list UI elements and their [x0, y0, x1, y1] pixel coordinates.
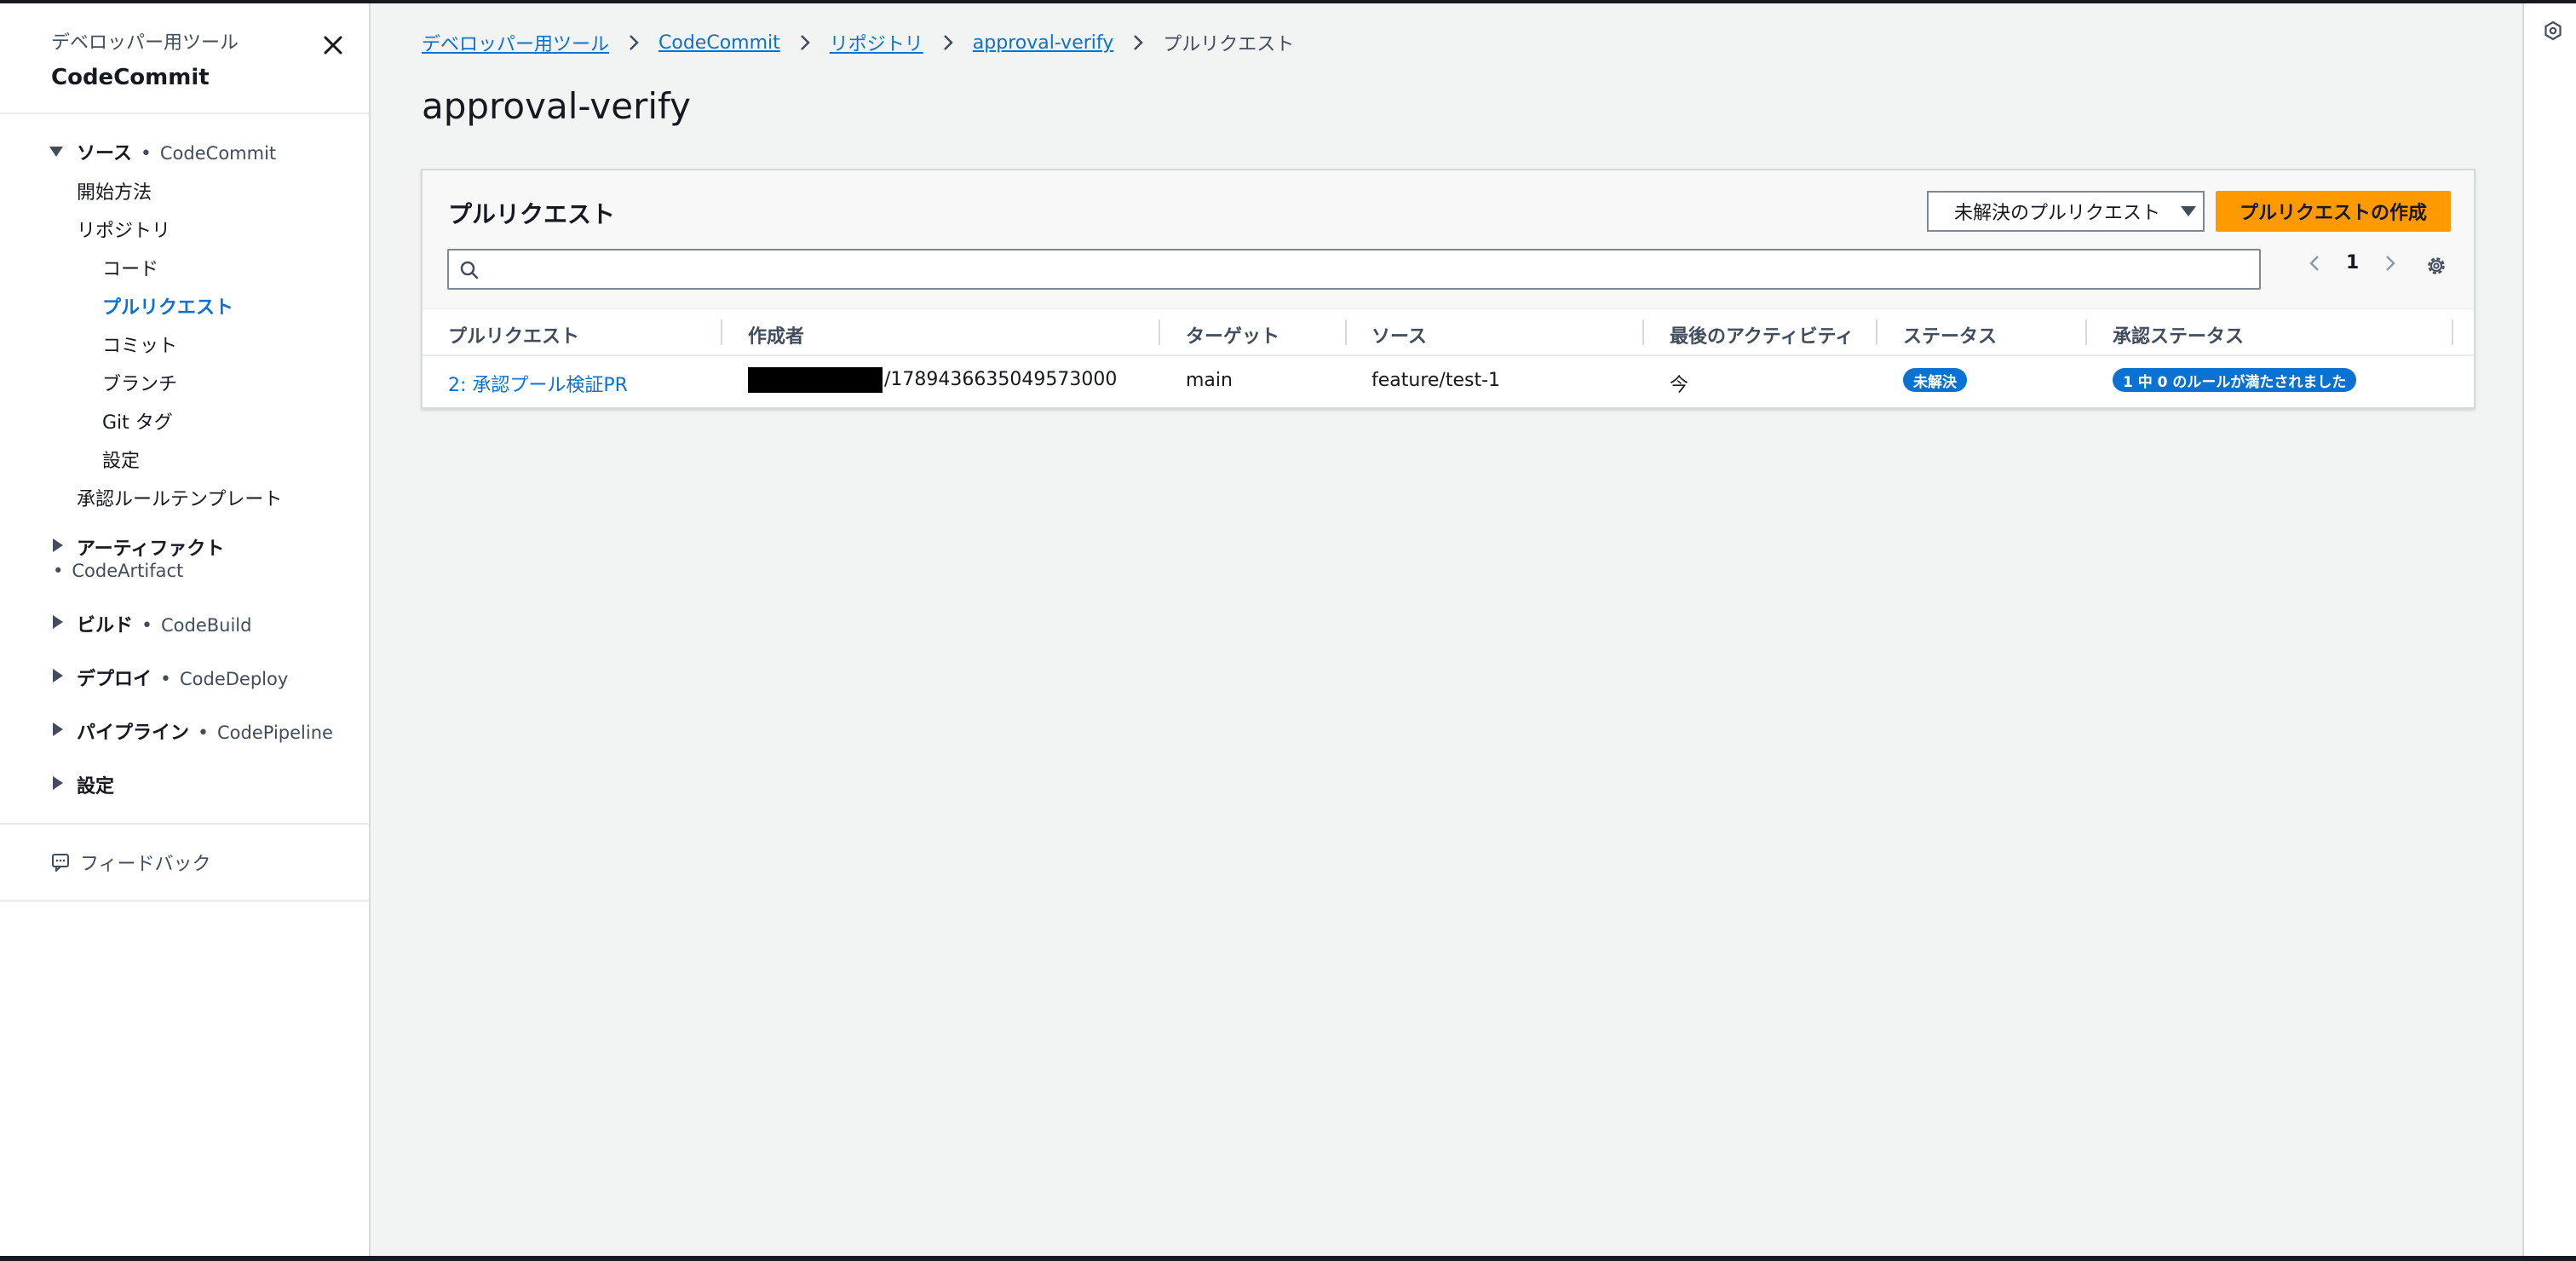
status-filter-value: 未解決のプルリクエスト [1954, 203, 2161, 224]
app-window: デベロッパー用ツール CodeCommit ソース • CodeCommit 開始方… [0, 0, 2576, 1261]
sidebar-item-approval-templates[interactable]: 承認ルールテンプレート [77, 484, 282, 511]
nav-section-pipeline[interactable]: パイプライン • CodePipeline [51, 717, 333, 745]
sidebar-item-pull-requests[interactable]: プルリクエスト [102, 292, 233, 320]
nav-section-settings[interactable]: 設定 [51, 771, 114, 798]
breadcrumb-repositories[interactable]: リポジトリ [830, 29, 923, 56]
column-header-last-activity[interactable]: 最後のアクティビティ [1670, 321, 1854, 348]
column-divider[interactable] [2452, 320, 2453, 345]
column-header-target[interactable]: ターゲット [1186, 321, 1279, 348]
nav-section-label: アーティファクト [77, 538, 225, 560]
pull-requests-panel: プルリクエスト 未解決のプルリクエスト プルリクエストの作成 1 プルリクエスト… [421, 169, 2475, 409]
breadcrumb: デベロッパー用ツール CodeCommit リポジトリ approval-ver… [422, 29, 1294, 56]
feedback-link[interactable]: フィードバック [51, 849, 211, 876]
sidebar-divider [0, 900, 369, 901]
column-divider[interactable] [1345, 320, 1347, 345]
status-filter-dropdown[interactable]: 未解決のプルリクエスト [1927, 191, 2205, 232]
nav-section-source[interactable]: ソース • CodeCommit [49, 138, 277, 165]
nav-section-service: CodePipeline [217, 723, 333, 743]
nav-section-artifact[interactable]: アーティファクト [51, 533, 224, 561]
approval-status-badge: 1 中 0 のルールが満たされました [2113, 368, 2357, 392]
pull-request-link[interactable]: 2: 承認プール検証PR [448, 375, 628, 396]
caret-down-icon [49, 147, 63, 157]
sidebar-supertitle: デベロッパー用ツール [51, 32, 239, 54]
chevron-right-icon [1134, 35, 1144, 50]
right-tools-panel [2522, 3, 2576, 1256]
nav-section-deploy[interactable]: デプロイ • CodeDeploy [51, 664, 288, 691]
close-icon[interactable] [320, 32, 346, 58]
chevron-right-icon [943, 35, 953, 50]
sidebar-item-code[interactable]: コード [102, 254, 158, 281]
author-cell: /1789436635049573000 [748, 367, 1117, 393]
create-pull-request-button[interactable]: プルリクエストの作成 [2216, 191, 2451, 232]
sidebar-item-branches[interactable]: ブランチ [102, 369, 177, 396]
nav-section-service: CodeDeploy [180, 669, 289, 689]
gear-icon[interactable] [2424, 254, 2448, 278]
sidebar-title[interactable]: CodeCommit [51, 65, 239, 90]
breadcrumb-developer-tools[interactable]: デベロッパー用ツール [422, 29, 609, 56]
sidebar-item-getting-started[interactable]: 開始方法 [77, 177, 152, 204]
column-header-author[interactable]: 作成者 [748, 321, 804, 348]
column-divider[interactable] [1876, 320, 1877, 345]
nav-section-service: • CodeArtifact [53, 561, 184, 581]
sidebar-item-repositories[interactable]: リポジトリ [77, 216, 170, 243]
chevron-right-icon [630, 35, 639, 50]
column-divider[interactable] [2085, 320, 2087, 345]
sidebar-header: デベロッパー用ツール CodeCommit [51, 27, 239, 90]
sidebar-item-repo-settings[interactable]: 設定 [102, 446, 140, 473]
pagination: 1 [2309, 252, 2396, 274]
column-divider[interactable] [1642, 320, 1644, 345]
source-cell: feature/test-1 [1371, 370, 1501, 391]
sidebar-item-git-tags[interactable]: Git タグ [102, 407, 173, 435]
feedback-label: フィードバック [80, 854, 211, 875]
feedback-icon [52, 854, 69, 872]
panel-header: プルリクエスト 未解決のプルリクエスト プルリクエストの作成 1 [423, 170, 2474, 308]
caret-right-icon [53, 538, 63, 552]
page-number[interactable]: 1 [2346, 252, 2359, 274]
column-header-status[interactable]: ステータス [1903, 321, 1997, 348]
nav-section-label: 設定 [77, 776, 115, 797]
sidebar-divider [0, 112, 369, 114]
nav-section-service: CodeBuild [161, 615, 252, 636]
caret-right-icon [53, 723, 63, 736]
last-activity-cell: 今 [1670, 375, 1689, 396]
caret-right-icon [53, 615, 63, 629]
breadcrumb-current: プルリクエスト [1163, 34, 1295, 55]
nav-section-label: パイプライン [77, 723, 190, 744]
sidebar-item-commits[interactable]: コミット [102, 331, 177, 358]
nav-section-build[interactable]: ビルド • CodeBuild [51, 610, 251, 637]
nav-section-label: デプロイ [77, 669, 152, 690]
search-icon [460, 261, 479, 279]
column-divider[interactable] [721, 320, 722, 345]
info-panel-icon[interactable] [2543, 20, 2563, 41]
sidebar: デベロッパー用ツール CodeCommit ソース • CodeCommit 開始方… [0, 3, 371, 1256]
nav-section-service-text: CodeArtifact [72, 561, 184, 581]
caret-right-icon [53, 776, 63, 790]
column-header-approval-status[interactable]: 承認ステータス [2113, 321, 2244, 348]
column-header-source[interactable]: ソース [1371, 321, 1427, 348]
nav-section-label: ビルド [77, 615, 134, 636]
breadcrumb-codecommit[interactable]: CodeCommit [658, 32, 780, 54]
table-row: 2: 承認プール検証PR /1789436635049573000 main f… [423, 356, 2474, 407]
caret-down-icon [2181, 206, 2197, 216]
author-suffix: /1789436635049573000 [884, 369, 1118, 390]
redacted-block [748, 367, 883, 393]
chevron-right-icon[interactable] [2384, 254, 2396, 273]
nav-section-label: ソース [77, 143, 132, 164]
page-title: approval-verify [422, 85, 691, 127]
breadcrumb-repository[interactable]: approval-verify [973, 32, 1113, 54]
nav-section-service: CodeCommit [159, 143, 277, 164]
chevron-left-icon[interactable] [2309, 254, 2320, 273]
column-divider[interactable] [1159, 320, 1160, 345]
panel-title: プルリクエスト [448, 200, 616, 228]
pull-request-cell: 2: 承認プール検証PR [448, 370, 628, 397]
column-header-pull-request[interactable]: プルリクエスト [448, 321, 579, 348]
main-content: デベロッパー用ツール CodeCommit リポジトリ approval-ver… [371, 3, 2522, 1256]
chevron-right-icon [800, 35, 810, 50]
target-cell: main [1186, 370, 1233, 391]
sidebar-divider [0, 823, 369, 825]
table-header: プルリクエスト 作成者 ターゲット ソース 最後のアクティビティ ステータス 承… [423, 308, 2474, 356]
status-badge: 未解決 [1903, 368, 1967, 392]
caret-right-icon [53, 669, 63, 682]
search-input[interactable] [447, 249, 2261, 290]
